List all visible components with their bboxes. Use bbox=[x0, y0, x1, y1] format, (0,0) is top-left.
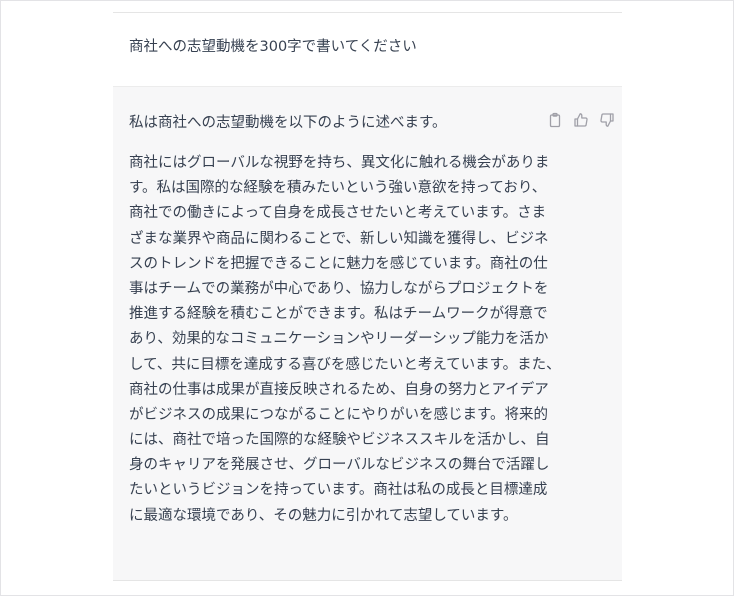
chat-thread: 商社への志望動機を300字で書いてください 私は商社への志望動機を以下のように述… bbox=[113, 0, 622, 596]
clipboard-icon[interactable] bbox=[547, 112, 563, 128]
body-line: 身のキャリアを発展させ、グローバルなビジネスの舞台で活躍し bbox=[129, 457, 550, 474]
body-line: ざまな業界や商品に関わることで、新しい知識を獲得し、ビジネ bbox=[129, 230, 549, 247]
assistant-message: 私は商社への志望動機を以下のように述べます。 商社にはグローバルな視野を持ち、異… bbox=[113, 86, 622, 581]
body-line: して、共に目標を達成する喜びを感じたいと考えています。また、 bbox=[129, 356, 561, 373]
assistant-intro-text: 私は商社への志望動機を以下のように述べます。 bbox=[129, 115, 447, 131]
body-line: スのトレンドを把握できることに魅力を感じています。商社の仕 bbox=[129, 255, 548, 272]
user-message: 商社への志望動機を300字で書いてください bbox=[113, 13, 622, 86]
bottom-divider bbox=[113, 580, 622, 581]
body-line: たいというビジョンを持っています。商社は私の成長と目標達成 bbox=[129, 482, 548, 499]
body-line: す。私は国際的な経験を積みたいという強い意欲を持っており、 bbox=[129, 180, 547, 197]
thumbs-up-icon[interactable] bbox=[573, 112, 589, 128]
body-line: 商社にはグローバルな視野を持ち、異文化に触れる機会がありま bbox=[129, 155, 550, 171]
message-actions bbox=[547, 112, 615, 128]
body-line: 推進する経験を積むことができます。私はチームワークが得意で bbox=[129, 306, 548, 323]
thumbs-down-icon[interactable] bbox=[599, 112, 615, 128]
body-line: がビジネスの成果につながることにやりがいを感じます。将来的 bbox=[129, 406, 549, 423]
body-line: に最適な環境であり、その魅力に引かれて志望しています。 bbox=[129, 507, 518, 524]
user-message-text: 商社への志望動機を300字で書いてください bbox=[129, 39, 417, 55]
body-line: 事はチームでの業務が中心であり、協力しながらプロジェクトを bbox=[129, 280, 549, 297]
body-line: には、商社で培った国際的な経験やビジネススキルを活かし、自 bbox=[129, 432, 550, 449]
body-line: 商社の仕事は成果が直接反映されるため、自身の努力とアイデア bbox=[129, 381, 549, 398]
assistant-body-text: 商社にはグローバルな視野を持ち、異文化に触れる機会がありま す。私は国際的な経験… bbox=[129, 151, 561, 529]
body-line: あり、効果的なコミュニケーションやリーダーシップ能力を活か bbox=[129, 331, 549, 348]
body-line: 商社での働きによって自身を成長させたいと考えています。さま bbox=[129, 205, 547, 222]
